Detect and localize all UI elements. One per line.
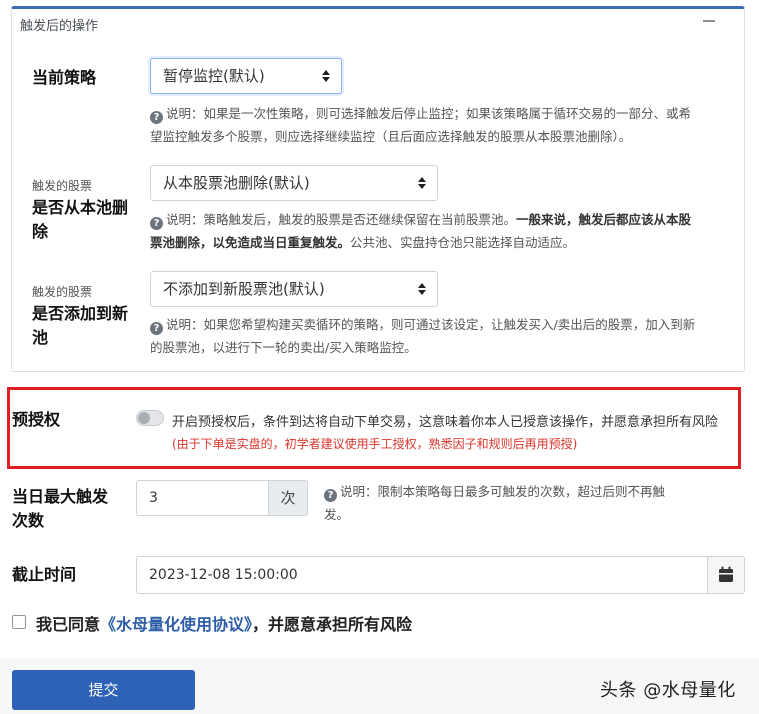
remove-label: 是否从本池删除 (32, 198, 129, 241)
pre-auth-label: 预授权 (12, 410, 61, 429)
pre-auth-warning: (由于下单是实盘的，初学者建议使用手工授权，熟悉因子和规则后再用预授) (172, 437, 578, 451)
pre-auth-toggle[interactable] (136, 410, 164, 426)
strategy-label: 当前策略 (32, 68, 97, 87)
agree-checkbox[interactable] (12, 615, 26, 629)
add-small-label: 触发的股票 (32, 285, 93, 299)
deadline-input[interactable]: 2023-12-08 15:00:00 (136, 556, 708, 594)
add-select-value: 不添加到新股票池(默认) (163, 280, 325, 298)
strategy-help: ? 说明：如果是一次性策略，则可选择触发后停止监控；如果该策略属于循环交易的一部分… (150, 106, 692, 144)
max-triggers-help: ? 说明：限制本策略每日最多可触发的次数，超过后则不再触 发。 (324, 484, 666, 522)
add-to-pool-select[interactable]: 不添加到新股票池(默认) (150, 271, 438, 307)
collapse-icon[interactable] (703, 14, 717, 28)
remove-help: ? 说明：策略触发后，触发的股票是否还继续保留在当前股票池。一般来说，触发后都应该… (150, 212, 692, 250)
agreement-link[interactable]: 《水母量化使用协议》 (100, 615, 252, 634)
question-circle-icon: ? (150, 111, 163, 124)
max-triggers-label: 当日最大触发 次数 (12, 487, 109, 530)
calendar-button[interactable] (707, 556, 745, 594)
select-arrow-icon (417, 283, 427, 297)
question-circle-icon: ? (324, 489, 337, 502)
select-arrow-icon (417, 177, 427, 191)
strategy-select-value: 暂停监控(默认) (163, 67, 265, 85)
remove-from-pool-select[interactable]: 从本股票池删除(默认) (150, 165, 438, 201)
max-triggers-input[interactable]: 3 (136, 480, 268, 516)
question-circle-icon: ? (150, 322, 163, 335)
max-triggers-unit: 次 (268, 480, 308, 516)
remove-select-value: 从本股票池删除(默认) (163, 174, 310, 192)
panel-title: 触发后的操作 (20, 19, 99, 34)
add-label: 是否添加到新池 (32, 304, 129, 347)
agreement-text: 我已同意《水母量化使用协议》，并愿意承担所有风险 (36, 615, 413, 634)
calendar-icon (719, 566, 733, 582)
toggle-knob (138, 412, 150, 424)
select-arrow-icon (321, 70, 331, 84)
question-circle-icon: ? (150, 217, 163, 230)
remove-small-label: 触发的股票 (32, 179, 93, 193)
add-help: ? 说明：如果您希望构建买卖循环的策略，则可通过该设定，让触发买入/卖出后的股票，… (150, 317, 696, 355)
pre-auth-text: 开启预授权后，条件到达将自动下单交易，这意味着你本人已授意该操作，并愿意承担所有… (172, 415, 719, 430)
strategy-select[interactable]: 暂停监控(默认) (150, 58, 342, 94)
deadline-label: 截止时间 (12, 565, 77, 584)
watermark: 头条 @水母量化 (600, 680, 736, 701)
submit-button[interactable]: 提交 (12, 670, 195, 710)
